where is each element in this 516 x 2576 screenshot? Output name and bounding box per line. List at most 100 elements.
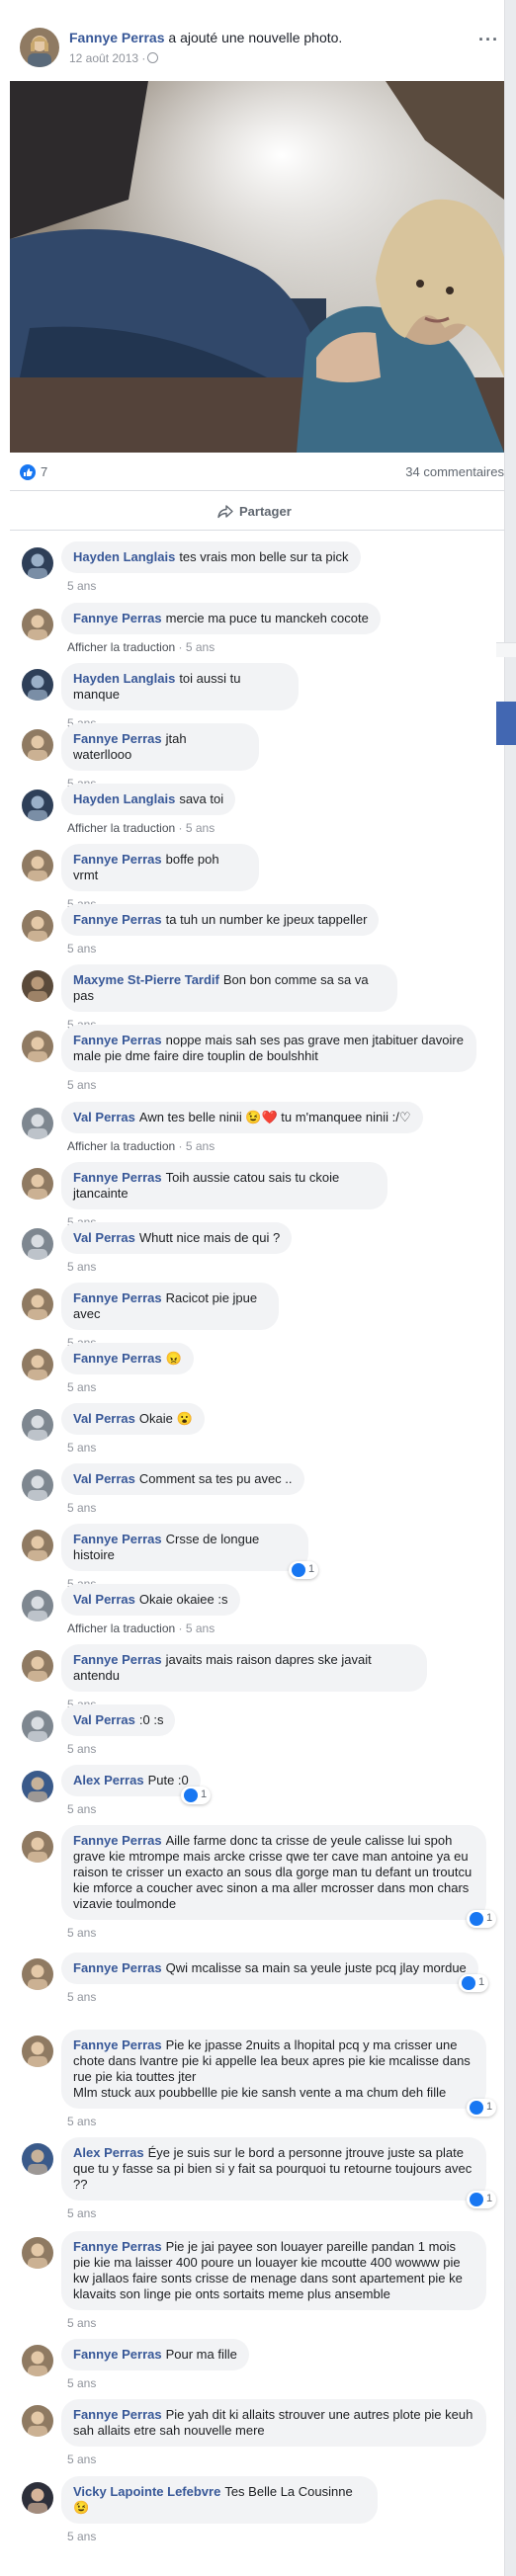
comment-count[interactable]: 34 commentaires (405, 464, 504, 479)
commenter-name[interactable]: Alex Perras (73, 2145, 144, 2160)
commenter-avatar[interactable] (22, 669, 53, 701)
commenter-avatar[interactable] (22, 609, 53, 640)
commenter-name[interactable]: Fannye Perras (73, 1833, 162, 1848)
commenter-avatar[interactable] (22, 1288, 53, 1320)
commenter-name[interactable]: Vicky Lapointe Lefebvre (73, 2484, 220, 2499)
commenter-name[interactable]: Fannye Perras (73, 2037, 162, 2052)
comment-timestamp[interactable]: 5 ans (67, 1926, 96, 1940)
commenter-name[interactable]: Val Perras (73, 1712, 135, 1727)
commenter-name[interactable]: Maxyme St-Pierre Tardif (73, 972, 219, 987)
comment-timestamp[interactable]: · 5 ans (175, 1621, 215, 1635)
comment-timestamp[interactable]: 5 ans (67, 1501, 96, 1515)
comment-reaction-badge[interactable]: 1 (181, 1787, 211, 1804)
commenter-avatar[interactable] (22, 850, 53, 881)
commenter-avatar[interactable] (22, 1409, 53, 1441)
commenter-name[interactable]: Fannye Perras (73, 1290, 162, 1305)
commenter-name[interactable]: Fannye Perras (73, 2239, 162, 2254)
commenter-avatar[interactable] (22, 547, 53, 579)
commenter-name[interactable]: Fannye Perras (73, 912, 162, 927)
commenter-avatar[interactable] (22, 1108, 53, 1139)
commenter-avatar[interactable] (22, 1031, 53, 1062)
scrollbar-track[interactable] (496, 642, 516, 657)
commenter-avatar[interactable] (22, 1469, 53, 1501)
commenter-name[interactable]: Fannye Perras (73, 852, 162, 867)
comment-timestamp[interactable]: 5 ans (67, 1078, 96, 1092)
comment-timestamp[interactable]: 5 ans (67, 2316, 96, 2330)
translate-link[interactable]: Afficher la traduction (67, 1621, 175, 1635)
commenter-avatar[interactable] (22, 1771, 53, 1802)
comment-timestamp[interactable]: 5 ans (67, 2206, 96, 2220)
commenter-avatar[interactable] (22, 1228, 53, 1260)
commenter-name[interactable]: Fannye Perras (73, 1170, 162, 1185)
comment-timestamp[interactable]: · 5 ans (175, 640, 215, 654)
commenter-avatar[interactable] (22, 2482, 53, 2514)
commenter-name[interactable]: Fannye Perras (73, 1351, 162, 1366)
commenter-name[interactable]: Fannye Perras (73, 2347, 162, 2362)
commenter-name[interactable]: Val Perras (73, 1592, 135, 1607)
scrollbar-thumb[interactable] (496, 702, 516, 745)
author-avatar[interactable] (20, 28, 59, 67)
comment-timestamp[interactable]: 5 ans (67, 1260, 96, 1274)
commenter-name[interactable]: Val Perras (73, 1471, 135, 1486)
comment-timestamp[interactable]: · 5 ans (175, 821, 215, 835)
commenter-name[interactable]: Hayden Langlais (73, 791, 175, 806)
translate-link[interactable]: Afficher la traduction (67, 1139, 175, 1153)
commenter-avatar[interactable] (22, 2237, 53, 2269)
comment-timestamp[interactable]: 5 ans (67, 1990, 96, 2004)
translate-link[interactable]: Afficher la traduction (67, 821, 175, 835)
comment-reaction-badge[interactable]: 1 (467, 2191, 496, 2208)
commenter-avatar[interactable] (22, 1650, 53, 1682)
commenter-avatar[interactable] (22, 970, 53, 1002)
comment-timestamp[interactable]: · 5 ans (175, 1139, 215, 1153)
comment-reaction-badge[interactable]: 1 (459, 1974, 488, 1992)
commenter-avatar[interactable] (22, 2345, 53, 2376)
commenter-avatar[interactable] (22, 1349, 53, 1380)
commenter-name[interactable]: Val Perras (73, 1110, 135, 1124)
commenter-name[interactable]: Fannye Perras (73, 2407, 162, 2422)
comment-timestamp[interactable]: 5 ans (67, 2530, 96, 2543)
comment-timestamp[interactable]: 5 ans (67, 2115, 96, 2128)
commenter-name[interactable]: Hayden Langlais (73, 671, 175, 686)
like-count[interactable]: 7 (41, 464, 47, 479)
commenter-name[interactable]: Fannye Perras (73, 611, 162, 625)
commenter-name[interactable]: Val Perras (73, 1411, 135, 1426)
comment-timestamp[interactable]: 5 ans (67, 579, 96, 593)
post-author-name[interactable]: Fannye Perras (69, 30, 165, 45)
post-date[interactable]: 12 août 2013 · (69, 51, 145, 65)
commenter-avatar[interactable] (22, 1710, 53, 1742)
comment-reaction-badge[interactable]: 1 (467, 1910, 496, 1928)
commenter-name[interactable]: Fannye Perras (73, 1033, 162, 1047)
comment-reaction-badge[interactable]: 1 (289, 1561, 318, 1579)
commenter-avatar[interactable] (22, 1958, 53, 1990)
comment-timestamp[interactable]: 5 ans (67, 1802, 96, 1816)
commenter-name[interactable]: Val Perras (73, 1230, 135, 1245)
translate-link[interactable]: Afficher la traduction (67, 640, 175, 654)
post-photo[interactable] (10, 81, 504, 453)
comment-timestamp[interactable]: 5 ans (67, 1441, 96, 1454)
comment-reaction-badge[interactable]: 1 (467, 2099, 496, 2117)
commenter-avatar[interactable] (22, 1168, 53, 1200)
comment-timestamp[interactable]: 5 ans (67, 2452, 96, 2466)
commenter-avatar[interactable] (22, 2036, 53, 2067)
commenter-avatar[interactable] (22, 1590, 53, 1621)
commenter-name[interactable]: Fannye Perras (73, 1960, 162, 1975)
commenter-avatar[interactable] (22, 789, 53, 821)
commenter-avatar[interactable] (22, 2405, 53, 2437)
comment-timestamp[interactable]: 5 ans (67, 942, 96, 956)
comment-timestamp[interactable]: 5 ans (67, 2376, 96, 2390)
commenter-name[interactable]: Hayden Langlais (73, 549, 175, 564)
commenter-avatar[interactable] (22, 729, 53, 761)
commenter-name[interactable]: Alex Perras (73, 1773, 144, 1787)
commenter-avatar[interactable] (22, 2143, 53, 2175)
commenter-avatar[interactable] (22, 1831, 53, 1863)
comment-timestamp[interactable]: 5 ans (67, 1742, 96, 1756)
commenter-name[interactable]: Fannye Perras (73, 731, 162, 746)
commenter-name[interactable]: Fannye Perras (73, 1532, 162, 1546)
commenter-avatar[interactable] (22, 1530, 53, 1561)
like-icon (470, 1912, 483, 1926)
commenter-avatar[interactable] (22, 910, 53, 942)
comment-timestamp[interactable]: 5 ans (67, 1380, 96, 1394)
more-options-icon[interactable]: ··· (478, 30, 499, 50)
commenter-name[interactable]: Fannye Perras (73, 1652, 162, 1667)
share-button[interactable]: Partager (217, 504, 292, 522)
